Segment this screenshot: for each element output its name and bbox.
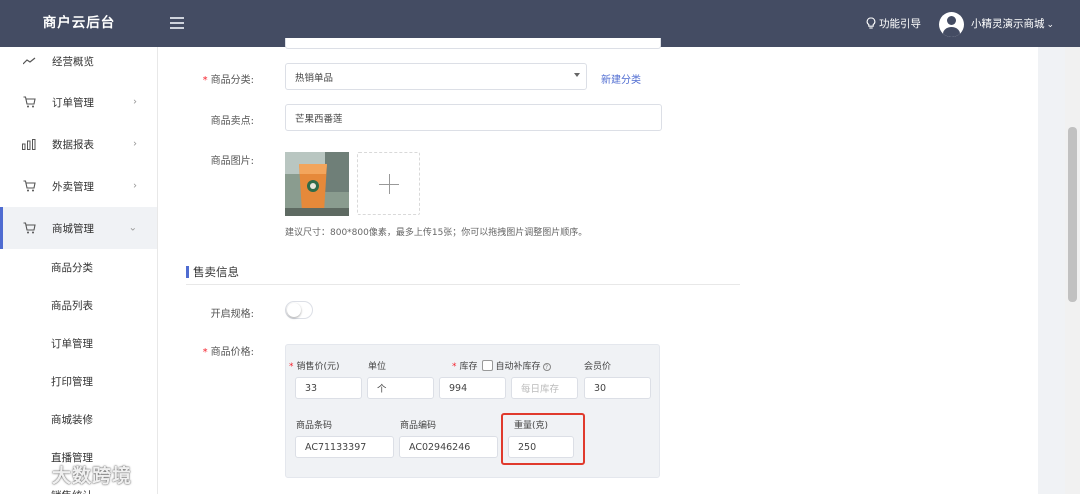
image-size-hint: 建议尺寸：800*800像素，最多上传15张；你可以拖拽图片调整图片顺序。 [285, 228, 588, 238]
feature-guide-button[interactable]: 功能引导 [866, 16, 921, 31]
auto-restock-label: 自动补库存 [495, 362, 541, 372]
unit-label: 单位 [368, 362, 387, 372]
help-circle-icon[interactable]: ? [542, 363, 551, 371]
spec-label: 开启规格: [210, 309, 254, 320]
sidebar-subitem-decoration[interactable]: 商城装修 [0, 401, 157, 439]
sidebar-item-reports[interactable]: 数据报表 › [0, 123, 157, 165]
sidebar-item-label: 商城管理 [52, 222, 94, 235]
product-image-thumbnail[interactable] [285, 152, 349, 216]
section-divider [186, 284, 740, 285]
auto-restock-checkbox[interactable] [481, 360, 493, 371]
barcode-label: 商品条码 [296, 421, 333, 431]
daily-stock-input[interactable]: 每日库存 [511, 377, 578, 399]
category-label: * 商品分类: [202, 75, 254, 86]
bar-chart-icon [22, 137, 36, 151]
trend-line-icon [22, 54, 36, 68]
previous-field-input[interactable] [285, 38, 661, 49]
lightbulb-icon [866, 17, 876, 29]
sidebar: 经营概览 订单管理 › 数据报表 › 外卖管理 › 商城管理 ⌄ 商品分类 商品… [0, 47, 158, 494]
scrollbar-thumb[interactable] [1068, 127, 1077, 302]
category-value: 热销单品 [295, 72, 334, 84]
sidebar-item-takeout[interactable]: 外卖管理 › [0, 165, 157, 207]
stock-label: * 库存 自动补库存? [452, 359, 551, 372]
barcode-input[interactable]: AC71133397 [295, 436, 394, 458]
scrollbar[interactable] [1065, 47, 1080, 494]
user-name: 小精灵演示商城 [971, 18, 1045, 30]
watermark: 大数跨境 [8, 461, 132, 488]
sidebar-subitem-categories[interactable]: 商品分类 [0, 249, 157, 287]
product-code-label: 商品编码 [400, 421, 437, 431]
unit-input[interactable]: 个 [367, 377, 434, 399]
sidebar-item-overview[interactable]: 经营概览 [0, 47, 157, 75]
price-label: * 商品价格: [202, 347, 254, 358]
product-code-input[interactable]: AC02946246 [399, 436, 498, 458]
feature-guide-label: 功能引导 [879, 18, 921, 30]
sidebar-item-mall[interactable]: 商城管理 ⌄ [0, 207, 157, 249]
sidebar-item-label: 订单管理 [52, 96, 94, 109]
selling-point-value: 芒果西番莲 [295, 113, 343, 125]
sidebar-item-label: 数据报表 [52, 138, 94, 151]
watermark-logo-icon [10, 464, 47, 485]
chevron-right-icon: › [133, 138, 137, 150]
menu-toggle-icon[interactable] [170, 17, 184, 29]
user-menu[interactable]: 小精灵演示商城 ⌄ [971, 16, 1054, 31]
caret-down-icon [574, 73, 580, 77]
cart-icon [22, 179, 36, 193]
new-category-link[interactable]: 新建分类 [601, 71, 641, 86]
sidebar-item-label: 经营概览 [52, 55, 94, 68]
avatar[interactable] [939, 12, 964, 37]
sale-price-input[interactable]: 33 [295, 377, 362, 399]
sidebar-subitem-products[interactable]: 商品列表 [0, 287, 157, 325]
selling-point-input[interactable]: 芒果西番莲 [285, 104, 662, 131]
watermark-text: 大数跨境 [52, 465, 133, 487]
sidebar-subitem-print[interactable]: 打印管理 [0, 363, 157, 401]
images-label: 商品图片: [210, 156, 254, 167]
chevron-right-icon: › [133, 96, 137, 108]
sale-section-title: 售卖信息 [186, 264, 239, 280]
sidebar-item-label: 外卖管理 [52, 180, 94, 193]
cart-icon [22, 95, 36, 109]
member-price-label: 会员价 [584, 362, 612, 372]
brand-title: 商户云后台 [42, 15, 116, 31]
chevron-down-icon: ⌄ [128, 222, 137, 234]
stock-input[interactable]: 994 [439, 377, 506, 399]
chevron-right-icon: › [133, 180, 137, 192]
chevron-down-icon: ⌄ [1046, 20, 1055, 30]
sidebar-subitem-orders[interactable]: 订单管理 [0, 325, 157, 363]
member-price-input[interactable]: 30 [584, 377, 651, 399]
spec-toggle[interactable] [285, 301, 313, 319]
image-upload-button[interactable] [357, 152, 420, 215]
selling-point-label: 商品卖点: [210, 116, 254, 127]
weight-highlight-box [501, 413, 585, 465]
category-select[interactable]: 热销单品 [285, 63, 587, 90]
sidebar-item-orders[interactable]: 订单管理 › [0, 81, 157, 123]
cart-icon [22, 221, 36, 235]
sale-price-label: * 销售价(元) [289, 362, 340, 372]
